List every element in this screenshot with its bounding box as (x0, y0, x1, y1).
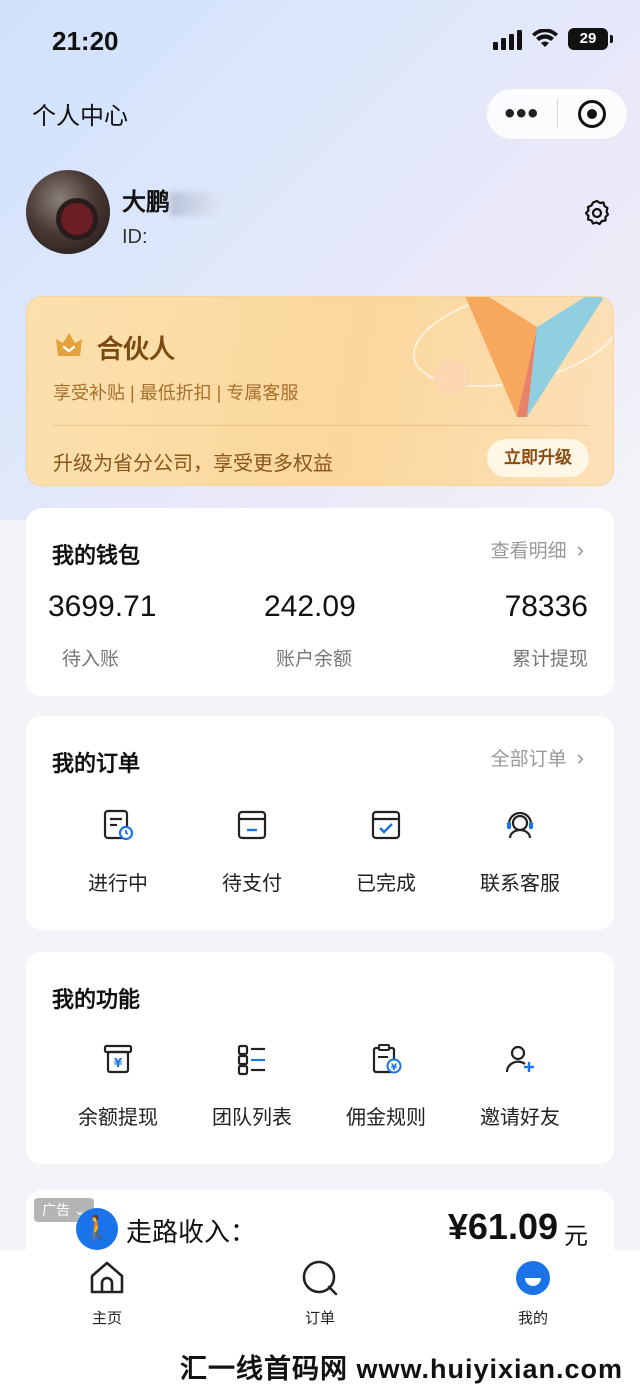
wifi-icon (532, 29, 558, 47)
user-name: 大鹏 (122, 182, 220, 217)
commission-rules-button[interactable]: ¥ 佣金规则 (316, 1042, 456, 1130)
withdrawn-amount[interactable]: 78336 (505, 590, 588, 624)
withdraw-icon: ¥ (103, 1044, 133, 1074)
tab-home-label: 主页 (91, 1310, 122, 1327)
crown-badge-icon (56, 333, 82, 356)
customer-service-label: 联系客服 (480, 873, 560, 895)
completed-label: 已完成 (356, 873, 416, 895)
balance-amount[interactable]: 242.09 (264, 590, 356, 624)
pending-payment-button[interactable]: 待支付 (182, 808, 322, 896)
close-miniprogram-button[interactable] (558, 100, 628, 128)
page-title: 个人中心 (32, 103, 128, 130)
ad-tag-label: 广告 (42, 1202, 70, 1218)
status-bar: 21:20 29 (0, 0, 640, 80)
partner-title: 合伙人 (97, 334, 176, 364)
wallet-detail-label: 查看明细 (490, 541, 567, 562)
wallet-detail-link[interactable]: 查看明细 › (491, 536, 584, 563)
gear-icon[interactable] (582, 198, 612, 228)
pending-amount[interactable]: 3699.71 (48, 590, 156, 624)
walking-person-icon: 🚶 (76, 1208, 118, 1250)
customer-service-button[interactable]: 联系客服 (450, 808, 590, 896)
all-orders-link[interactable]: 全部订单 › (491, 744, 584, 771)
avatar[interactable] (26, 170, 110, 254)
profile-icon (516, 1261, 550, 1295)
invite-friend-button[interactable]: 邀请好友 (450, 1042, 590, 1130)
balance-label: 账户余额 (276, 649, 353, 670)
commission-rules-label: 佣金规则 (346, 1107, 426, 1129)
order-in-progress-icon (103, 809, 134, 841)
withdraw-label: 余额提现 (78, 1107, 158, 1129)
order-in-progress-button[interactable]: 进行中 (48, 808, 188, 896)
walk-income-label: 走路收入： (126, 1217, 257, 1247)
tab-orders-label: 订单 (304, 1310, 335, 1327)
pending-payment-label: 待支付 (222, 873, 282, 895)
completed-icon (371, 810, 401, 840)
walk-income-unit: 元 (564, 1223, 588, 1250)
commission-rules-icon: ¥ (372, 1044, 402, 1074)
user-id: ID: (122, 226, 148, 248)
chevron-right-icon: › (576, 745, 584, 770)
orders-title: 我的订单 (52, 751, 141, 776)
customer-service-icon (507, 811, 533, 839)
battery-icon: 29 (568, 28, 613, 50)
features-card: 我的功能 ¥ 余额提现 团队列表 ¥ 佣金规则 邀请好友 (26, 952, 614, 1164)
invite-friend-icon (505, 1045, 534, 1073)
tab-orders[interactable]: 订单 (275, 1258, 365, 1328)
status-icons: 29 (493, 28, 613, 50)
team-list-icon (237, 1044, 265, 1076)
withdraw-button[interactable]: ¥ 余额提现 (48, 1042, 188, 1130)
svg-text:¥: ¥ (391, 1063, 398, 1073)
tab-profile-label: 我的 (517, 1310, 548, 1327)
pending-payment-icon (237, 810, 267, 840)
wallet-card: 我的钱包 查看明细 › 3699.71 待入账 242.09 账户余额 78336… (26, 508, 614, 696)
svg-text:¥: ¥ (114, 1056, 123, 1070)
status-time: 21:20 (52, 26, 119, 56)
team-list-button[interactable]: 团队列表 (182, 1042, 322, 1130)
miniprogram-capsule: ••• (486, 88, 628, 140)
divider (53, 425, 589, 426)
upgrade-button[interactable]: 立即升级 (487, 439, 589, 477)
tab-profile[interactable]: 我的 (488, 1258, 578, 1328)
partner-description: 升级为省分公司，享受更多权益 (53, 453, 333, 475)
walk-income-amount: ¥61.09 (447, 1206, 558, 1247)
completed-button[interactable]: 已完成 (316, 808, 456, 896)
partner-perks: 享受补贴 | 最低折扣 | 专属客服 (53, 383, 299, 403)
more-button[interactable]: ••• (487, 88, 557, 140)
user-name-text: 大鹏 (122, 189, 170, 216)
wallet-title: 我的钱包 (52, 543, 141, 568)
chevron-right-icon: › (576, 537, 584, 562)
all-orders-label: 全部订单 (490, 749, 567, 770)
features-title: 我的功能 (52, 987, 141, 1012)
tab-home[interactable]: 主页 (62, 1258, 152, 1328)
partner-card[interactable]: 合伙人 享受补贴 | 最低折扣 | 专属客服 升级为省分公司，享受更多权益 立即… (26, 296, 614, 486)
orders-card: 我的订单 全部订单 › 进行中 待支付 已完成 联系客服 (26, 716, 614, 930)
tab-bar: 主页 订单 我的 (0, 1250, 640, 1340)
pending-label: 待入账 (62, 649, 120, 670)
order-in-progress-label: 进行中 (88, 873, 148, 895)
home-icon (90, 1261, 124, 1294)
search-order-icon (302, 1260, 338, 1296)
v-emblem-decoration (412, 297, 613, 417)
invite-friend-label: 邀请好友 (480, 1107, 560, 1129)
withdrawn-label: 累计提现 (511, 649, 588, 670)
target-icon (578, 100, 607, 128)
cellular-signal-icon (493, 28, 522, 50)
team-list-label: 团队列表 (212, 1107, 292, 1129)
watermark-text: 汇一线首码网 www.huiyixian.com (180, 1354, 624, 1384)
